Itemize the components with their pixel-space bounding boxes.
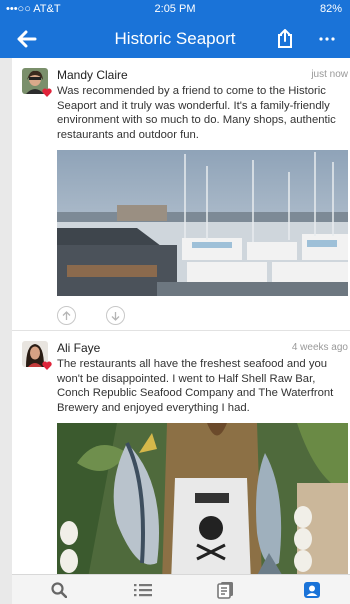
upvote-button[interactable] xyxy=(57,306,76,325)
downvote-button[interactable] xyxy=(106,306,125,325)
author-name[interactable]: Ali Faye xyxy=(57,341,100,355)
tab-notes[interactable] xyxy=(216,580,236,600)
more-button[interactable] xyxy=(314,26,340,52)
post-time: 4 weeks ago xyxy=(291,342,348,353)
list-icon xyxy=(134,584,152,597)
app-bar: Historic Seaport xyxy=(0,20,350,58)
reviews-feed[interactable]: Mandy Claire just now Was recommended by… xyxy=(12,58,350,574)
tab-search[interactable] xyxy=(49,580,69,600)
arrow-down-icon xyxy=(111,311,120,321)
status-bar: •••○○ AT&T 2:05 PM 82% xyxy=(0,0,350,20)
notes-icon xyxy=(217,582,233,599)
heart-icon xyxy=(42,361,52,370)
tab-bar xyxy=(12,574,350,604)
review-card: Ali Faye 4 weeks ago The restaurants all… xyxy=(12,331,350,574)
review-text: Was recommended by a friend to come to t… xyxy=(57,85,336,141)
post-time: just now xyxy=(311,69,348,80)
more-dots-icon xyxy=(319,37,335,41)
arrow-up-icon xyxy=(62,310,71,320)
tab-list[interactable] xyxy=(133,580,153,600)
profile-icon xyxy=(304,582,320,598)
review-photo[interactable] xyxy=(57,423,348,574)
share-button[interactable] xyxy=(272,26,298,52)
status-time: 2:05 PM xyxy=(154,3,196,15)
author-name[interactable]: Mandy Claire xyxy=(57,68,128,82)
review-card: Mandy Claire just now Was recommended by… xyxy=(12,58,350,331)
battery-label: 82% xyxy=(319,3,342,15)
tab-profile[interactable] xyxy=(302,580,322,600)
fish-photo xyxy=(57,423,348,574)
review-photo[interactable] xyxy=(57,150,348,296)
share-icon xyxy=(278,29,292,48)
review-text: The restaurants all have the freshest se… xyxy=(57,358,334,414)
search-icon xyxy=(51,582,67,598)
marina-photo xyxy=(57,150,348,296)
heart-icon xyxy=(42,88,52,97)
